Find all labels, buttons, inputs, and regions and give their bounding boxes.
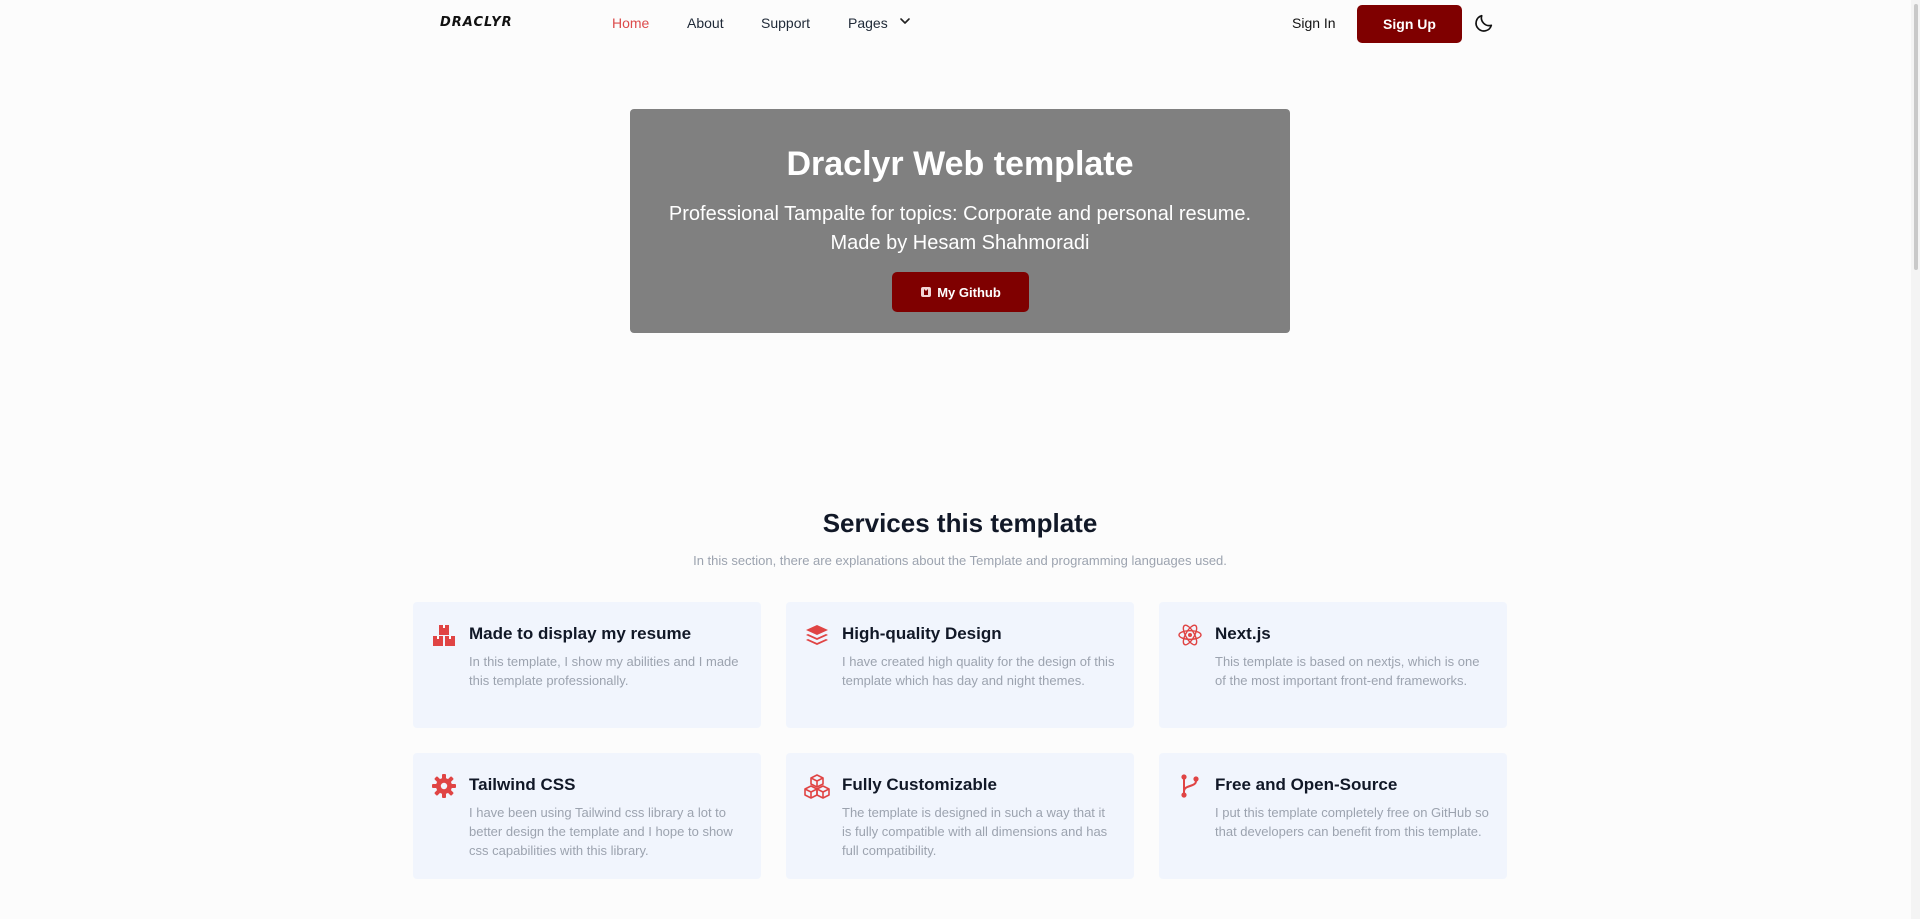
services-subtitle: In this section, there are explanations … <box>693 553 1227 568</box>
service-card: Tailwind CSS I have been using Tailwind … <box>413 753 761 879</box>
service-card-description: In this template, I show my abilities an… <box>469 654 739 688</box>
hero-subtitle-line2: Made by Hesam Shahmoradi <box>830 232 1090 254</box>
nav-link-home[interactable]: Home <box>612 15 649 31</box>
moon-icon[interactable] <box>1473 12 1495 34</box>
service-card-description: The template is designed in such a way t… <box>842 805 1108 858</box>
github-icon <box>921 287 932 297</box>
logo[interactable]: DRACLYR <box>440 15 513 30</box>
hero-subtitle: Professional Tampalte for topics: Corpor… <box>650 200 1270 258</box>
top-nav: DRACLYR Home About Support Pages Sign In… <box>0 0 1920 47</box>
scrollbar-thumb[interactable] <box>1914 4 1918 270</box>
service-card-description: I put this template completely free on G… <box>1215 805 1489 839</box>
boxes-icon <box>433 625 455 646</box>
service-card-title: Fully Customizable <box>842 775 997 794</box>
service-card: Next.js This template is based on nextjs… <box>1159 602 1507 728</box>
layers-icon <box>806 625 828 645</box>
service-card-title: High-quality Design <box>842 624 1002 643</box>
git-branch-icon <box>1181 774 1199 798</box>
service-card: Fully Customizable The template is desig… <box>786 753 1134 879</box>
service-card-title: Made to display my resume <box>469 624 692 643</box>
gear-icon <box>432 774 456 798</box>
react-icon <box>1178 624 1202 646</box>
nav-link-pages[interactable]: Pages <box>848 15 888 31</box>
service-card: High-quality Design I have created high … <box>786 602 1134 728</box>
github-button[interactable]: My Github <box>892 272 1029 312</box>
service-card: Made to display my resume In this templa… <box>413 602 761 728</box>
cubes-icon <box>804 774 830 799</box>
service-card-description: This template is based on nextjs, which … <box>1215 654 1480 688</box>
hero-subtitle-line1: Professional Tampalte for topics: Corpor… <box>668 203 1252 225</box>
service-card-description: I have been using Tailwind css library a… <box>469 805 733 858</box>
service-card-title: Next.js <box>1215 624 1271 643</box>
nav-link-support[interactable]: Support <box>761 15 810 31</box>
hero-banner: Draclyr Web template Professional Tampal… <box>630 109 1290 333</box>
nav-link-about[interactable]: About <box>687 15 724 31</box>
service-card-title: Free and Open-Source <box>1215 775 1398 794</box>
services-title: Services this template <box>822 508 1098 538</box>
service-card-title: Tailwind CSS <box>469 775 576 794</box>
hero-title: Draclyr Web template <box>786 145 1134 183</box>
service-card-description: I have created high quality for the desi… <box>842 654 1115 688</box>
sign-up-button[interactable]: Sign Up <box>1357 5 1462 43</box>
sign-in-link[interactable]: Sign In <box>1292 15 1336 31</box>
chevron-down-icon[interactable] <box>898 14 912 28</box>
github-button-label: My Github <box>937 284 1001 300</box>
service-card: Free and Open-Source I put this template… <box>1159 753 1507 879</box>
